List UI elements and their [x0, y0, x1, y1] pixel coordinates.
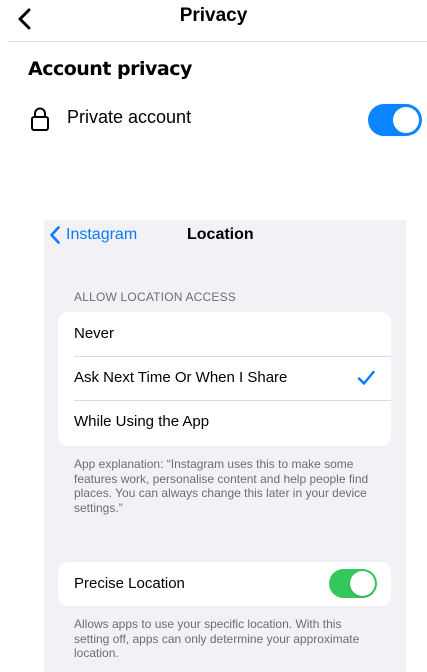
precise-location-row[interactable]: Precise Location	[58, 562, 391, 606]
page-title: Privacy	[179, 5, 248, 26]
option-never[interactable]: Never	[58, 312, 391, 356]
top-header: Privacy	[0, 0, 427, 40]
allow-location-access-header: ALLOW LOCATION ACCESS	[74, 290, 237, 304]
lock-icon	[31, 107, 49, 131]
location-title: Location	[187, 226, 254, 243]
option-label: Never	[74, 325, 115, 342]
option-ask-next-time[interactable]: Ask Next Time Or When I Share	[58, 356, 391, 400]
back-label: Instagram	[66, 226, 138, 243]
checkmark-icon	[357, 370, 375, 385]
private-account-toggle[interactable]	[368, 104, 422, 136]
private-account-label: Private account	[67, 107, 192, 127]
toggle-knob	[350, 571, 375, 596]
location-nav-bar: Instagram Location	[44, 220, 406, 250]
option-label: Ask Next Time Or When I Share	[74, 369, 288, 386]
header-divider	[8, 41, 427, 42]
precise-location-label: Precise Location	[74, 575, 185, 592]
app-explanation: App explanation: “Instagram uses this to…	[74, 457, 369, 515]
precise-location-toggle[interactable]	[329, 569, 377, 598]
private-account-row[interactable]: Private account	[24, 100, 427, 144]
chevron-left-icon	[50, 226, 60, 244]
location-access-options: Never Ask Next Time Or When I Share Whil…	[58, 312, 391, 446]
back-to-instagram-button[interactable]: Instagram	[50, 223, 137, 247]
toggle-knob	[393, 107, 419, 133]
option-while-using[interactable]: While Using the App	[58, 400, 391, 444]
privacy-screen: Privacy Account privacy Private account …	[0, 0, 427, 672]
precise-location-note: Allows apps to use your specific locatio…	[74, 617, 360, 660]
location-settings-panel: Instagram Location ALLOW LOCATION ACCESS…	[44, 220, 406, 672]
section-heading-account-privacy: Account privacy	[28, 58, 192, 80]
option-label: While Using the App	[74, 413, 210, 430]
